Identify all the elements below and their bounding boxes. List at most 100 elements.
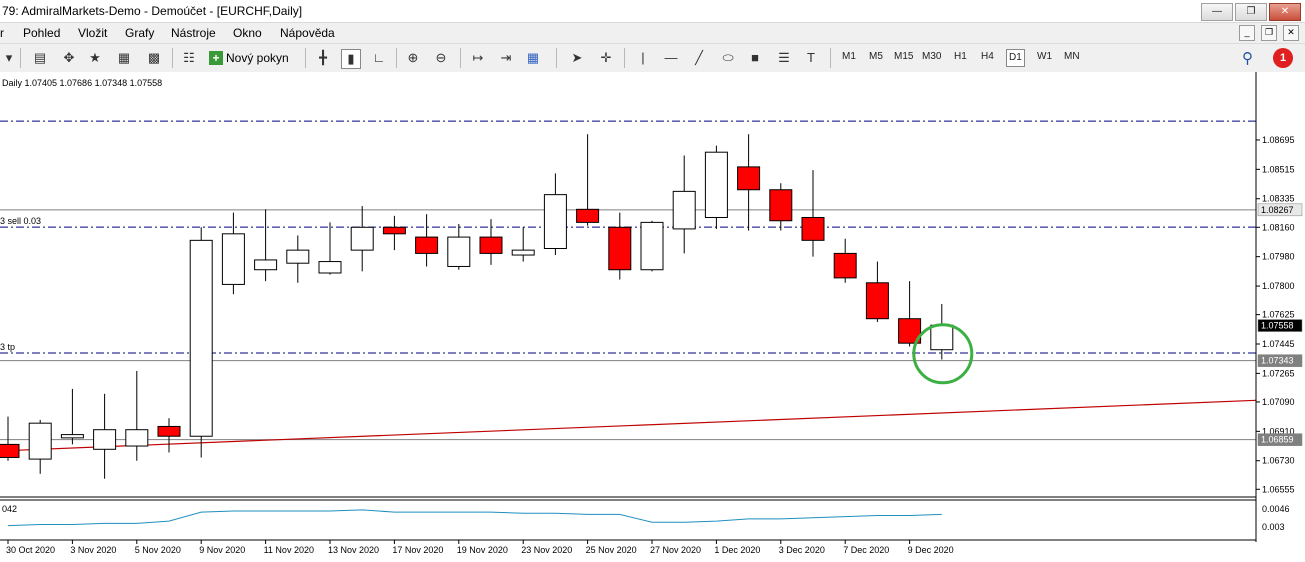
minimize-button[interactable]: — (1201, 3, 1233, 21)
menu-help[interactable]: Nápověda (280, 26, 335, 40)
timeframe-m30[interactable]: M30 (922, 51, 941, 62)
fibonacci-icon[interactable]: ☰ (775, 49, 793, 67)
crosshair-move-icon[interactable]: ✥ (60, 49, 78, 67)
search-icon[interactable]: ⚲ (1242, 49, 1253, 67)
price-tick-label: 1.07445 (1262, 339, 1295, 349)
trendline-icon[interactable]: ╱ (690, 49, 708, 67)
timeframe-h1[interactable]: H1 (954, 51, 967, 62)
line-chart-icon[interactable]: ∟ (370, 49, 388, 67)
new-order-label: Nový pokyn (226, 51, 289, 65)
time-tick-label: 3 Dec 2020 (779, 545, 825, 555)
candle-body (930, 324, 954, 351)
timeframe-d1[interactable]: D1 (1006, 49, 1025, 67)
mdi-controls: _ ❐ ✕ (1239, 25, 1299, 41)
time-tick-label: 1 Dec 2020 (714, 545, 760, 555)
chart-shift-icon[interactable]: ⇥ (497, 49, 515, 67)
notification-badge[interactable]: 1 (1273, 48, 1293, 68)
time-tick-label: 27 Nov 2020 (650, 545, 701, 555)
new-order-button[interactable]: + Nový pokyn (209, 49, 289, 67)
time-tick-label: 19 Nov 2020 (457, 545, 508, 555)
favorites-star-icon[interactable]: ★ (86, 49, 104, 67)
candle-body (447, 236, 471, 267)
candle-body (189, 239, 213, 437)
candle-body (350, 226, 374, 251)
candle-body (543, 194, 567, 250)
mdi-restore-button[interactable]: ❐ (1261, 25, 1277, 41)
timeframe-m15[interactable]: M15 (894, 51, 913, 62)
candle-body (608, 226, 632, 271)
candle-body (28, 422, 52, 460)
history-icon[interactable]: ☷ (180, 49, 198, 67)
price-box-label: 1.07343 (1261, 356, 1294, 366)
bar-chart-icon[interactable]: ╋ (314, 49, 332, 67)
candlestick-chart-icon[interactable]: ▮ (341, 49, 361, 69)
candle-body (125, 429, 149, 447)
window-title: 79: AdmiralMarkets-Demo - Demoúčet - [EU… (2, 4, 303, 18)
menu-bar: r Pohled Vložit Grafy Nástroje Okno Nápo… (0, 23, 1305, 44)
menu-view[interactable]: Pohled (23, 26, 60, 40)
timeframe-m5[interactable]: M5 (869, 51, 883, 62)
time-tick-label: 17 Nov 2020 (392, 545, 443, 555)
candle-body (640, 221, 664, 271)
menu-file[interactable]: r (0, 26, 4, 40)
crosshair-icon[interactable]: ✛ (597, 49, 615, 67)
price-tick-label: 1.07800 (1262, 281, 1295, 291)
candle-body (672, 190, 696, 230)
price-tick-label: 1.08695 (1262, 135, 1295, 145)
candle-body (576, 208, 600, 223)
candle-body (704, 151, 728, 218)
candle-body (479, 236, 503, 254)
level-label-2: 3 tp (0, 342, 15, 352)
time-tick-label: 3 Nov 2020 (70, 545, 116, 555)
zoom-out-icon[interactable]: ⊖ (432, 49, 450, 67)
navigator-icon[interactable]: ▦ (115, 49, 133, 67)
close-button[interactable]: ✕ (1269, 3, 1301, 21)
toolbar: ▾ ▤ ✥ ★ ▦ ▩ ☷ + Nový pokyn ╋ ▮ ∟ ⊕ ⊖ ↦ ⇥… (0, 44, 1305, 73)
horizontal-line-icon[interactable]: — (662, 49, 680, 67)
menu-window[interactable]: Okno (233, 26, 262, 40)
cursor-arrow-icon[interactable]: ➤ (568, 49, 586, 67)
price-chart[interactable]: 3 sell 0.033 tp 1.086951.085151.083351.0… (0, 72, 1305, 562)
candle-body (221, 233, 245, 285)
candle-body (0, 443, 20, 458)
rectangle-icon[interactable]: ■ (746, 49, 764, 67)
candle-body (318, 261, 342, 274)
auto-scroll-icon[interactable]: ↦ (469, 49, 487, 67)
timeframe-h4[interactable]: H4 (981, 51, 994, 62)
indicator-tick-label: 0.0046 (1262, 504, 1290, 514)
plus-icon: + (209, 51, 223, 65)
price-box-label: 1.08267 (1261, 205, 1294, 215)
timeframe-w1[interactable]: W1 (1037, 51, 1052, 62)
mdi-close-button[interactable]: ✕ (1283, 25, 1299, 41)
price-box-label: 1.06859 (1261, 435, 1294, 445)
menu-insert[interactable]: Vložit (78, 26, 107, 40)
candle-body (382, 226, 406, 235)
level-label-1: 3 sell 0.03 (0, 216, 41, 226)
maximize-button[interactable]: ❐ (1235, 3, 1267, 21)
text-label-icon[interactable]: T (802, 49, 820, 67)
candle-body (769, 189, 793, 222)
dropdown-arrow-icon[interactable]: ▾ (0, 49, 18, 67)
zoom-in-icon[interactable]: ⊕ (404, 49, 422, 67)
mdi-minimize-button[interactable]: _ (1239, 25, 1255, 41)
time-tick-label: 9 Nov 2020 (199, 545, 245, 555)
strategy-tester-icon[interactable]: ▩ (145, 49, 163, 67)
ellipse-icon[interactable]: ⬭ (719, 49, 737, 67)
new-chart-icon[interactable]: ▤ (31, 49, 49, 67)
window-controls: — ❐ ✕ (1201, 3, 1301, 21)
time-tick-label: 5 Nov 2020 (135, 545, 181, 555)
candle-body (801, 216, 825, 241)
price-tick-label: 1.08335 (1262, 194, 1295, 204)
timeframe-mn[interactable]: MN (1064, 51, 1080, 62)
candle-body (415, 236, 439, 254)
templates-icon[interactable]: ▦ (524, 49, 542, 67)
candle-body (93, 429, 117, 450)
timeframe-m1[interactable]: M1 (842, 51, 856, 62)
candle-body (511, 249, 535, 256)
menu-tools[interactable]: Nástroje (171, 26, 216, 40)
menu-charts[interactable]: Grafy (125, 26, 154, 40)
time-tick-label: 13 Nov 2020 (328, 545, 379, 555)
price-tick-label: 1.07625 (1262, 310, 1295, 320)
price-tick-label: 1.08515 (1262, 164, 1295, 174)
vertical-line-icon[interactable]: | (634, 49, 652, 67)
